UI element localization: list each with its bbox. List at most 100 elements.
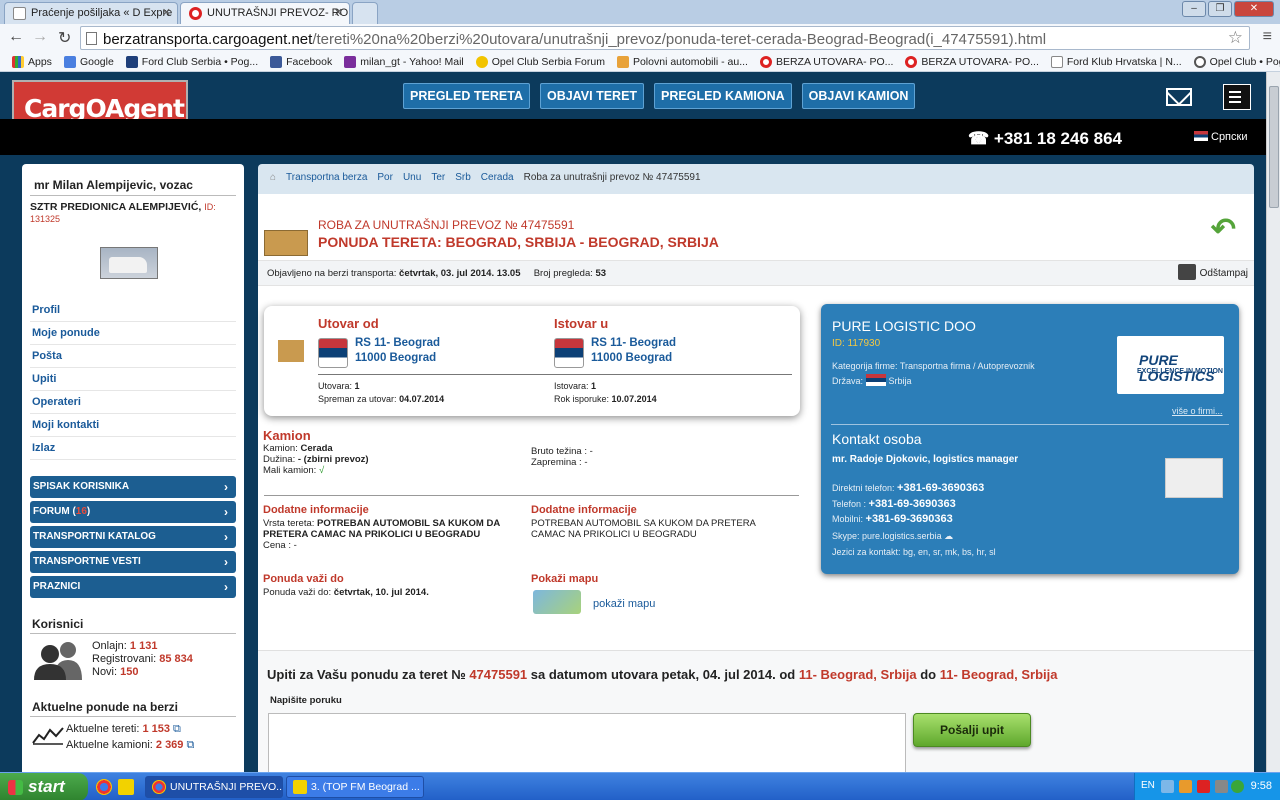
scrollbar-thumb[interactable]	[1269, 86, 1279, 208]
unloading-location[interactable]: RS 11- Beograd 11000 Beograd	[591, 336, 676, 366]
close-window-icon[interactable]: ✕	[1234, 1, 1274, 17]
user-name: mr Milan Alempijevic, vozac	[30, 164, 236, 196]
spisak-korisnika-button[interactable]: SPISAK KORISNIKA ›	[30, 476, 236, 498]
company-name[interactable]: PURE LOGISTIC DOO	[832, 318, 976, 334]
bookmark-item[interactable]: Google	[58, 52, 120, 71]
browser-tab-active[interactable]: UNUTRAŠNJI PREVOZ- ROBA ✕	[180, 2, 350, 24]
breadcrumb-link[interactable]: Ter	[431, 172, 445, 183]
breadcrumb-link[interactable]: Unu	[403, 172, 421, 183]
ford-icon	[125, 55, 138, 68]
maximize-icon[interactable]: ❐	[1208, 1, 1232, 17]
system-tray: EN 9:58	[1134, 773, 1280, 800]
breadcrumb-link[interactable]: Cerada	[481, 172, 514, 183]
bookmark-star-icon[interactable]: ☆	[1228, 28, 1243, 48]
tray-icon[interactable]	[1161, 780, 1174, 793]
tray-icon[interactable]	[1179, 780, 1192, 793]
minimize-icon[interactable]: –	[1182, 1, 1206, 17]
sidebar-item-moji-kontakti[interactable]: Moji kontakti	[30, 414, 236, 437]
nav-pregled-tereta[interactable]: PREGLED TERETA	[403, 83, 530, 109]
bookmark-item[interactable]: Ford Club Serbia • Pog...	[120, 52, 264, 71]
forum-button[interactable]: FORUM (16) ›	[30, 501, 236, 523]
forward-icon[interactable]: →	[32, 28, 48, 46]
offer-panel: ROBA ZA UNUTRAŠNJI PREVOZ № 47475591 PON…	[258, 194, 1254, 772]
message-textarea[interactable]	[268, 713, 906, 772]
menu-icon[interactable]	[1223, 84, 1251, 110]
map-section: Pokaži mapu	[531, 573, 599, 585]
close-tab-icon[interactable]: ✕	[162, 6, 171, 19]
route-card: Utovar od RS 11- Beograd 11000 Beograd Is…	[264, 306, 800, 416]
divider	[264, 495, 799, 496]
chrome-icon[interactable]	[96, 779, 112, 795]
breadcrumb-link[interactable]: Transportna berza	[286, 172, 367, 183]
bookmark-apps[interactable]: Apps	[6, 52, 58, 71]
browser-tab[interactable]: Praćenje pošiljaka « D Expre ✕	[4, 2, 178, 24]
loading-details: Utovara: 1 Spreman za utovar: 04.07.2014	[318, 381, 445, 404]
winamp-icon[interactable]	[118, 779, 134, 795]
unloading-column: Istovar u RS 11- Beograd 11000 Beograd	[554, 316, 784, 368]
external-link-icon[interactable]: ⧉	[173, 723, 181, 735]
bookmark-item[interactable]: Opel Club Serbia Forum	[470, 52, 611, 71]
address-bar[interactable]: berzatransporta.cargoagent.net/tereti%20…	[80, 26, 1250, 50]
map-icon[interactable]	[533, 590, 581, 614]
reload-icon[interactable]: ↻	[58, 28, 71, 48]
nav-objavi-kamion[interactable]: OBJAVI KAMION	[801, 83, 916, 109]
breadcrumb: ⌂ Transportna berza Por Unu Ter Srb Cera…	[270, 172, 701, 183]
published-bar: Objavljeno na berzi transporta: četvrtak…	[258, 260, 1254, 286]
praznici-button[interactable]: PRAZNICI ›	[30, 576, 236, 598]
skype-icon[interactable]: ☁	[944, 531, 953, 541]
close-tab-icon[interactable]: ✕	[334, 6, 343, 19]
nav-objavi-teret[interactable]: OBJAVI TERET	[539, 83, 645, 109]
bookmark-item[interactable]: Ford Klub Hrvatska | N...	[1045, 52, 1188, 71]
bookmark-item[interactable]: Polovni automobili - au...	[611, 52, 754, 71]
home-icon[interactable]: ⌂	[270, 172, 276, 183]
sidebar-item-upiti[interactable]: Upiti	[30, 368, 236, 391]
new-tab-button[interactable]	[352, 2, 378, 24]
cargo-box-icon	[264, 230, 308, 256]
breadcrumb-link[interactable]: Por	[377, 172, 393, 183]
tray-icon[interactable]	[1231, 780, 1244, 793]
transportne-vesti-button[interactable]: TRANSPORTNE VESTI ›	[30, 551, 236, 573]
extra-info-section-2: Dodatne informacije POTREBAN AUTOMOBIL S…	[531, 504, 756, 541]
show-map-link[interactable]: pokaži mapu	[593, 598, 655, 610]
breadcrumb-link[interactable]: Srb	[455, 172, 471, 183]
sidebar-item-profil[interactable]: Profil	[30, 299, 236, 322]
van-image	[100, 247, 158, 279]
bookmark-item[interactable]: BERZA UTOVARA- PO...	[754, 52, 899, 71]
bookmark-item[interactable]: Opel Club • Pogledajte...	[1188, 52, 1280, 71]
page-scrollbar[interactable]	[1266, 72, 1280, 772]
bookmark-item[interactable]: BERZA UTOVARA- PO...	[899, 52, 1044, 71]
start-button[interactable]: start	[0, 773, 88, 800]
nav-pregled-kamiona[interactable]: PREGLED KAMIONA	[654, 83, 792, 109]
send-inquiry-button[interactable]: Pošalji upit	[913, 713, 1031, 747]
facebook-icon	[270, 55, 283, 68]
print-button[interactable]: Odštampaj	[1177, 264, 1248, 280]
taskbar-item-browser[interactable]: UNUTRAŠNJI PREVO...	[145, 776, 283, 798]
page-content: CargOAgent PREGLED TERETA OBJAVI TERET P…	[0, 72, 1266, 772]
more-about-company-link[interactable]: više o firmi...	[1172, 406, 1223, 416]
sidebar-item-operateri[interactable]: Operateri	[30, 391, 236, 414]
language-indicator[interactable]: EN	[1141, 780, 1155, 791]
site-favicon	[189, 7, 202, 20]
sidebar-item-posta[interactable]: Pošta	[30, 345, 236, 368]
taskbar-item-media[interactable]: 3. (TOP FM Beograd ...	[286, 776, 424, 798]
transportni-katalog-button[interactable]: TRANSPORTNI KATALOG ›	[30, 526, 236, 548]
bookmark-item[interactable]: milan_gt - Yahoo! Mail	[338, 52, 470, 71]
loading-location[interactable]: RS 11- Beograd 11000 Beograd	[355, 336, 440, 366]
breadcrumb-current: Roba za unutrašnji prevoz № 47475591	[523, 172, 701, 183]
mail-icon	[344, 55, 357, 68]
browser-menu-icon[interactable]: ≡	[1263, 28, 1272, 46]
company-logo[interactable]: PURE LOGISTICS EXCELLENCE IN MOTION	[1117, 336, 1224, 394]
back-icon[interactable]: ←	[8, 28, 24, 46]
sidebar-item-izlaz[interactable]: Izlaz	[30, 437, 236, 460]
back-arrow-icon[interactable]: ↶	[1211, 212, 1236, 247]
bookmark-item[interactable]: Facebook	[264, 52, 338, 71]
sidebar-item-moje-ponude[interactable]: Moje ponude	[30, 322, 236, 345]
external-link-icon[interactable]: ⧉	[186, 739, 194, 751]
message-label: Napišite poruku	[270, 695, 342, 706]
mail-icon[interactable]	[1166, 88, 1192, 106]
chevron-right-icon: ›	[224, 555, 228, 569]
language-switch[interactable]: Српски	[1194, 131, 1247, 143]
tray-icon[interactable]	[1215, 780, 1228, 793]
tray-icon[interactable]	[1197, 780, 1210, 793]
truck-weights: Bruto težina : - Zapremina : -	[531, 446, 593, 468]
